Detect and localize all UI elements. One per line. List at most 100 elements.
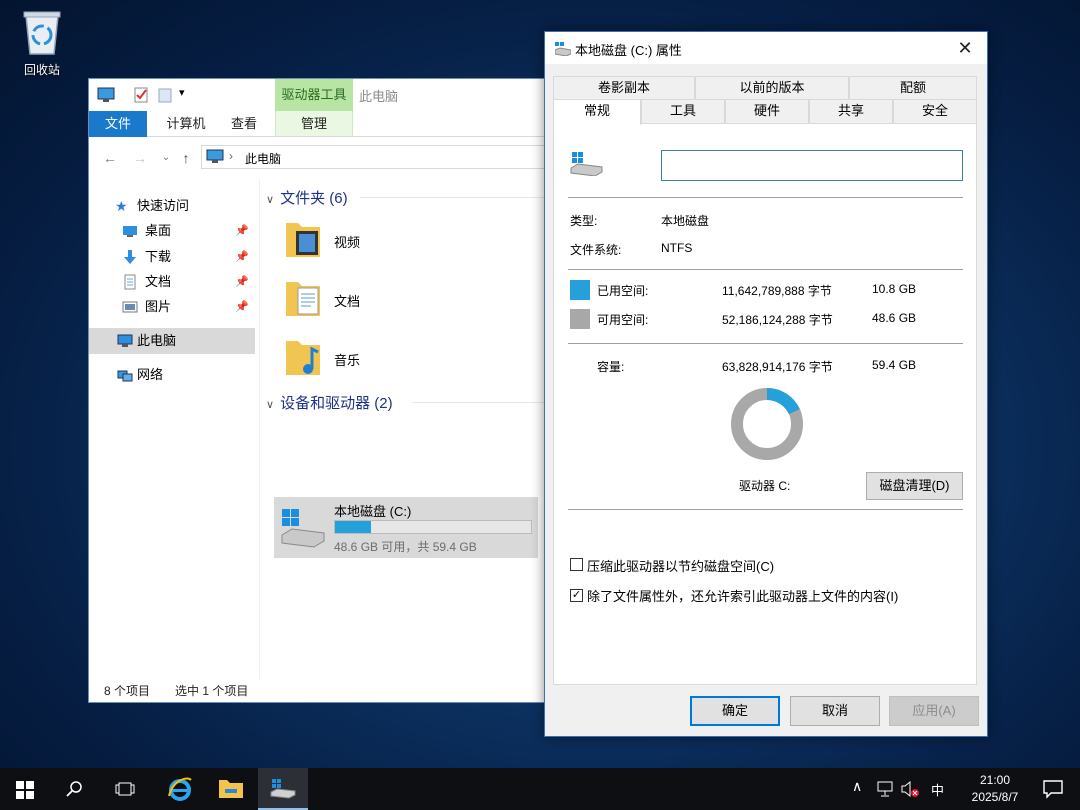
nav-item-desktop[interactable]: 桌面 📌 xyxy=(89,218,255,244)
index-checkbox[interactable]: ✓ xyxy=(570,589,583,602)
action-center-icon[interactable] xyxy=(1042,779,1064,799)
task-view-button[interactable] xyxy=(100,768,150,810)
divider xyxy=(568,269,963,270)
divider xyxy=(568,197,963,198)
back-button[interactable]: ← xyxy=(101,149,119,167)
volume-name-input[interactable] xyxy=(661,150,963,181)
ok-button[interactable]: 确定 xyxy=(690,696,780,726)
nav-item-documents[interactable]: 文档 📌 xyxy=(89,269,255,295)
cancel-button[interactable]: 取消 xyxy=(790,696,880,726)
nav-label: 快速访问 xyxy=(137,198,190,213)
taskbar-file-explorer[interactable] xyxy=(206,768,256,810)
nav-item-downloads[interactable]: 下载 📌 xyxy=(89,244,255,270)
recent-dropdown-icon[interactable]: ⌄ xyxy=(157,149,175,167)
dialog-title-bar[interactable]: 本地磁盘 (C:) 属性 ✕ xyxy=(545,32,987,64)
clock-date: 2025/8/7 xyxy=(971,790,1019,804)
search-button[interactable] xyxy=(50,768,100,810)
tab-row-bottom: 常规 工具 硬件 共享 安全 xyxy=(553,99,977,125)
apply-button[interactable]: 应用(A) xyxy=(889,696,979,726)
used-space-bytes: 11,642,789,888 字节 xyxy=(722,284,832,298)
nav-label: 此电脑 xyxy=(137,333,177,348)
drive-usage-fill xyxy=(335,521,371,533)
close-button[interactable]: ✕ xyxy=(947,34,983,62)
filesystem-value: NTFS xyxy=(661,241,693,255)
task-view-icon xyxy=(115,782,135,796)
free-space-swatch xyxy=(570,309,590,329)
pin-icon[interactable]: 📌 xyxy=(235,269,249,295)
group-header-folders[interactable]: ∨ 文件夹 (6) xyxy=(266,187,348,208)
tab-manage[interactable]: 管理 xyxy=(275,111,353,136)
nav-label: 图片 xyxy=(145,299,172,314)
properties-dialog[interactable]: 本地磁盘 (C:) 属性 ✕ 卷影副本 以前的版本 配额 常规 工具 硬件 共享… xyxy=(544,31,988,737)
used-space-label: 已用空间: xyxy=(597,284,649,298)
breadcrumb-chevron-icon: › xyxy=(229,149,233,163)
show-hidden-icons-chevron-icon[interactable]: ∧ xyxy=(852,778,862,795)
status-bar: 8 个项目 选中 1 个项目 xyxy=(89,679,549,703)
network-tray-icon[interactable] xyxy=(876,780,894,798)
folder-label: 文档 xyxy=(334,294,361,309)
pin-icon[interactable]: 📌 xyxy=(235,244,249,270)
tab-shadow-copies[interactable]: 卷影副本 xyxy=(553,76,695,100)
tab-file[interactable]: 文件 xyxy=(89,111,147,137)
drive-letter-label: 驱动器 C: xyxy=(739,479,791,493)
document-icon xyxy=(124,274,136,290)
forward-button[interactable]: → xyxy=(131,149,149,167)
capacity-bytes: 63,828,914,176 字节 xyxy=(722,360,833,374)
type-label: 类型: xyxy=(570,214,598,228)
tab-hardware[interactable]: 硬件 xyxy=(725,99,809,123)
tab-sharing[interactable]: 共享 xyxy=(809,99,893,123)
nav-label: 下载 xyxy=(145,249,172,264)
nav-label: 桌面 xyxy=(145,223,172,238)
drive-usage-bar xyxy=(334,520,532,534)
used-space-gb: 10.8 GB xyxy=(872,282,917,296)
tab-previous-versions[interactable]: 以前的版本 xyxy=(695,76,849,100)
pin-icon[interactable]: 📌 xyxy=(235,294,249,320)
folder-documents[interactable]: 文档 xyxy=(284,276,484,326)
clock[interactable]: 21:00 2025/8/7 xyxy=(960,772,1030,806)
usage-donut-chart xyxy=(731,388,803,460)
volume-muted-icon[interactable] xyxy=(900,780,920,798)
explorer-window[interactable]: ▾ 文件 计算机 查看 驱动器工具 管理 此电脑 ← → ⌄ ↑ › 此电脑 ★… xyxy=(88,78,549,703)
address-field[interactable]: › 此电脑 xyxy=(201,145,549,169)
qat-dropdown-icon[interactable]: ▾ xyxy=(179,86,185,99)
up-button[interactable]: ↑ xyxy=(177,149,195,167)
compress-checkbox[interactable] xyxy=(570,558,583,571)
tab-quota[interactable]: 配额 xyxy=(849,76,977,100)
folder-videos[interactable]: 视频 xyxy=(284,217,484,267)
properties-icon[interactable] xyxy=(133,87,149,103)
group-title: 设备和驱动器 (2) xyxy=(280,395,393,412)
start-button[interactable] xyxy=(0,768,50,810)
tab-security[interactable]: 安全 xyxy=(893,99,977,123)
compress-label[interactable]: 压缩此驱动器以节约磁盘空间(C) xyxy=(587,556,774,575)
tab-general[interactable]: 常规 xyxy=(553,99,641,125)
drive-c-tile[interactable]: 本地磁盘 (C:) 48.6 GB 可用，共 59.4 GB xyxy=(274,497,538,558)
recycle-bin[interactable]: 回收站 xyxy=(10,8,74,78)
nav-item-network[interactable]: 网络 xyxy=(89,362,255,388)
taskbar-ie[interactable] xyxy=(155,768,205,810)
index-label[interactable]: 除了文件属性外，还允许索引此驱动器上文件的内容(I) xyxy=(587,586,898,605)
tab-tools[interactable]: 工具 xyxy=(641,99,725,123)
used-space-swatch xyxy=(570,280,590,300)
content-pane: ∨ 文件夹 (6) 视频 文档 音乐 ∨ 设备和驱动器 (2) 本地磁盘 (C:) xyxy=(259,179,549,679)
folder-music[interactable]: 音乐 xyxy=(284,335,484,385)
taskbar: ∧ 中 21:00 2025/8/7 xyxy=(0,768,1080,810)
star-icon: ★ xyxy=(115,198,128,214)
drive-icon xyxy=(270,779,296,799)
disk-cleanup-button[interactable]: 磁盘清理(D) xyxy=(866,472,963,500)
tab-view[interactable]: 查看 xyxy=(219,111,269,136)
taskbar-drive-properties[interactable] xyxy=(258,768,308,810)
pictures-icon xyxy=(122,301,138,313)
breadcrumb[interactable]: 此电脑 xyxy=(245,150,281,167)
nav-item-pictures[interactable]: 图片 📌 xyxy=(89,294,255,320)
pin-icon[interactable]: 📌 xyxy=(235,218,249,244)
music-folder-icon xyxy=(286,341,320,375)
nav-item-this-pc[interactable]: 此电脑 xyxy=(89,328,255,354)
new-folder-icon[interactable] xyxy=(157,87,173,103)
input-method-indicator[interactable]: 中 xyxy=(931,780,944,799)
free-space-gb: 48.6 GB xyxy=(872,311,917,325)
nav-quick-access[interactable]: ★ 快速访问 xyxy=(89,193,255,219)
tab-computer[interactable]: 计算机 xyxy=(155,111,217,136)
group-header-devices[interactable]: ∨ 设备和驱动器 (2) xyxy=(266,392,393,413)
windows-logo-icon xyxy=(16,781,34,799)
this-pc-icon xyxy=(117,334,133,347)
